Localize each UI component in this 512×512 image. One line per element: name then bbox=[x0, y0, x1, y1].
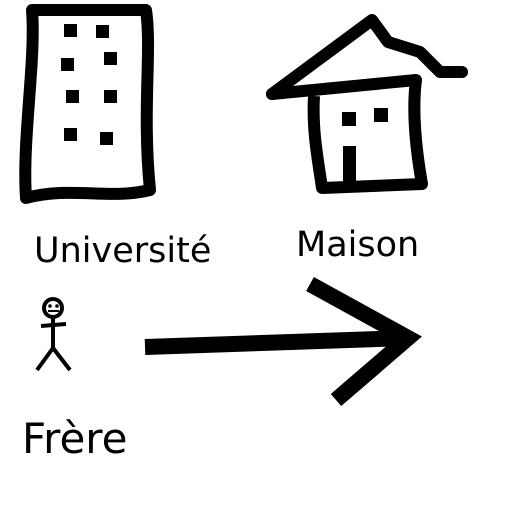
stick-figure-icon bbox=[35, 297, 72, 372]
drawing-canvas: Université Maison Frère bbox=[0, 0, 512, 512]
university-building-icon bbox=[19, 4, 156, 204]
arrow-right-icon bbox=[144, 276, 422, 407]
university-label: Université bbox=[34, 231, 212, 271]
house-label: Maison bbox=[296, 225, 420, 265]
brother-label: Frère bbox=[22, 414, 128, 463]
house-icon bbox=[266, 14, 468, 194]
